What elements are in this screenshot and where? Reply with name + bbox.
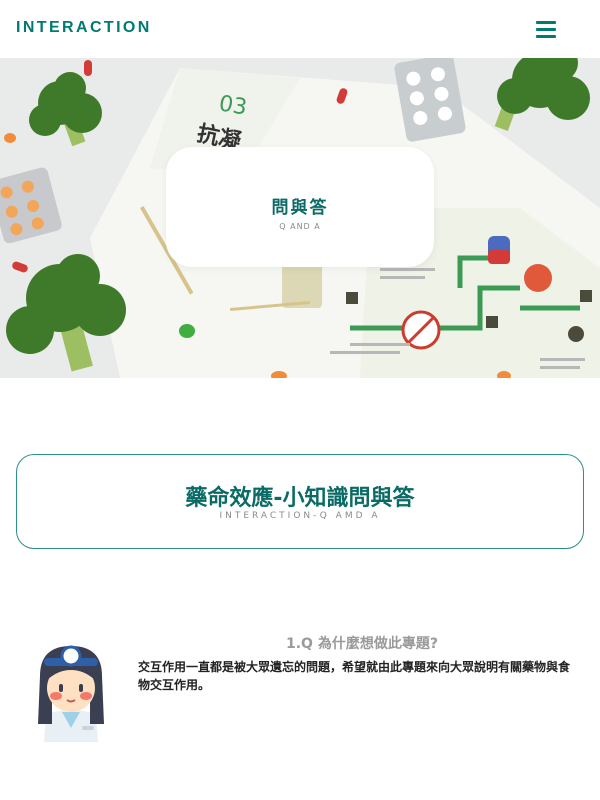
hero-banner: 03 抗凝 問與答 Q AND A (0, 58, 600, 378)
hero-title: 問與答 (271, 198, 329, 218)
section-title: 藥命效應-小知識問與答 (185, 486, 415, 511)
qa-answer: 交互作用一直都是被大眾遺忘的問題，希望就由此專題來向大眾說明有關藥物與食物交互作… (138, 660, 571, 692)
site-logo[interactable]: INTERACTION (16, 19, 152, 37)
hero-subtitle: Q AND A (279, 222, 321, 231)
section-title-box: 藥命效應-小知識問與答 INTERACTION-Q AMD A (16, 454, 584, 549)
qa-question: 1.Q 為什麼想做此專題? (286, 636, 438, 652)
doctor-avatar-icon (38, 645, 104, 742)
hero-title-card: 問與答 Q AND A (166, 147, 434, 267)
hamburger-menu-icon[interactable] (536, 21, 556, 39)
section-subtitle: INTERACTION-Q AMD A (219, 511, 381, 521)
site-header: INTERACTION (0, 0, 600, 58)
svg-text:03: 03 (217, 91, 249, 120)
